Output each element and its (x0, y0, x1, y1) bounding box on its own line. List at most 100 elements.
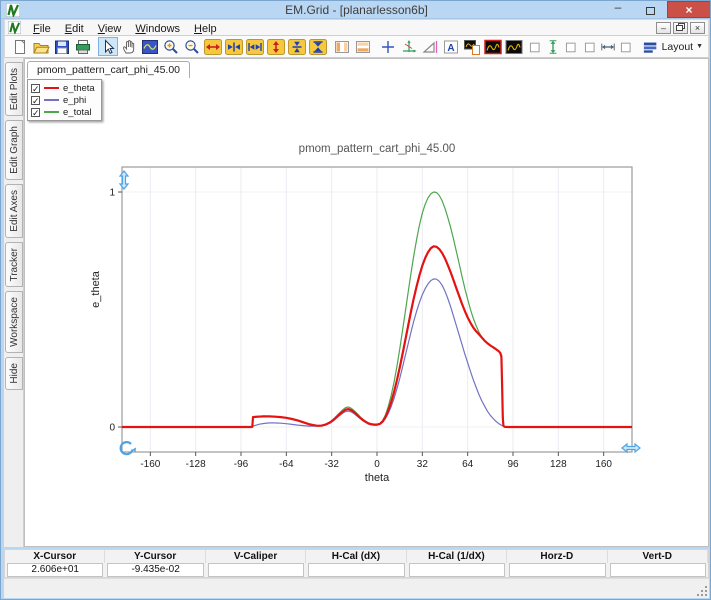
mdi-close-button[interactable]: × (690, 22, 705, 34)
new-button[interactable] (10, 37, 30, 56)
window-close-button[interactable]: × (667, 1, 711, 18)
shrink-x-button[interactable] (224, 37, 244, 56)
resize-handle-horizontal[interactable] (622, 444, 640, 452)
plot-canvas[interactable]: -160-128-96-64-32032649612816001pmom_pat… (25, 59, 708, 546)
svg-text:A: A (447, 43, 454, 54)
cursor-col-header: Horz-D (507, 550, 607, 563)
text-label-button[interactable]: A (441, 37, 461, 56)
title-bar: EM.Grid - [planarlesson6b] – × (1, 1, 711, 19)
legend-checkbox-e_total[interactable]: ✓ (31, 108, 40, 117)
legend-item-e_total: ✓ e_total (31, 106, 95, 118)
print-icon (74, 39, 92, 55)
zoom-in-button[interactable] (161, 37, 181, 56)
plot-style-dark2-button[interactable] (504, 37, 524, 56)
document-logo-icon (8, 21, 22, 34)
sidebar-tab-edit-plots[interactable]: Edit Plots (5, 62, 23, 116)
copy-plot-icon (463, 39, 481, 55)
open-button[interactable] (31, 37, 51, 56)
sidebar-tab-edit-graph[interactable]: Edit Graph (5, 120, 23, 180)
x-axis-label: theta (365, 472, 390, 484)
cursor-value-cell (610, 563, 706, 577)
mdi-window-buttons: – × (656, 22, 708, 34)
plot-style-dark2-icon (505, 39, 523, 55)
plot-style-dark-button[interactable] (483, 37, 503, 56)
tick-label-x: 96 (507, 459, 519, 470)
zoom-out-button[interactable] (182, 37, 202, 56)
sidebar-tab-edit-axes[interactable]: Edit Axes (5, 184, 23, 238)
cursor-value-cell (509, 563, 605, 577)
window-minimize-button[interactable]: – (604, 1, 632, 18)
mdi-minimize-button[interactable]: – (656, 22, 671, 34)
cursor-col-header: Y-Cursor (105, 550, 205, 563)
resize-handle-vertical[interactable] (120, 171, 128, 189)
compress-x-button[interactable] (245, 37, 265, 56)
vertical-panels-icon (333, 39, 351, 55)
menu-help[interactable]: Help (187, 22, 224, 36)
plot-style-dark-icon (484, 39, 502, 55)
expand-y-icon (267, 39, 285, 55)
compress-x-icon (246, 39, 264, 55)
toolbar: A Layout▼ (4, 36, 709, 58)
match-height-group-button[interactable] (528, 37, 578, 56)
sidebar-tab-hide[interactable]: Hide (5, 357, 23, 390)
mdi-restore-button[interactable] (673, 22, 688, 34)
plot-legend: ✓e_theta✓e_phi✓e_total (27, 79, 102, 121)
pointer-button[interactable] (98, 37, 118, 56)
tick-label-x: 0 (374, 459, 380, 470)
cursor-col-header: H-Cal (dX) (306, 550, 406, 563)
axes-tracker-button[interactable] (399, 37, 419, 56)
menu-file[interactable]: File (26, 22, 58, 36)
legend-line-sample (44, 111, 59, 113)
match-width-group-icon (584, 39, 632, 55)
horizontal-panels-button[interactable] (353, 37, 373, 56)
save-button[interactable] (52, 37, 72, 56)
legend-checkbox-e_phi[interactable]: ✓ (31, 96, 40, 105)
compress-y-icon (309, 39, 327, 55)
layout-menu-button[interactable]: Layout▼ (638, 37, 708, 56)
legend-item-e_theta: ✓ e_theta (31, 82, 95, 94)
tick-label-x: 128 (550, 459, 567, 470)
menu-bar: FileEditViewWindowsHelp – × (4, 19, 709, 36)
copy-plot-button[interactable] (462, 37, 482, 56)
expand-x-button[interactable] (203, 37, 223, 56)
shrink-y-button[interactable] (287, 37, 307, 56)
legend-line-sample (44, 99, 59, 101)
legend-label: e_theta (63, 83, 95, 94)
app-window: EM.Grid - [planarlesson6b] – × FileEditV… (0, 0, 711, 600)
menu-windows[interactable]: Windows (128, 22, 187, 36)
menu-edit[interactable]: Edit (58, 22, 91, 36)
shrink-y-icon (288, 39, 306, 55)
legend-label: e_total (63, 107, 92, 118)
save-icon (53, 39, 71, 55)
zoom-out-icon (183, 39, 201, 55)
crosshair-icon (379, 39, 397, 55)
tick-label-x: -96 (234, 459, 249, 470)
angle-measure-button[interactable] (420, 37, 440, 56)
legend-line-sample (44, 87, 59, 89)
crosshair-button[interactable] (378, 37, 398, 56)
pan-icon (120, 39, 138, 55)
pointer-icon (99, 39, 117, 55)
expand-y-button[interactable] (266, 37, 286, 56)
tick-label-x: -64 (279, 459, 294, 470)
text-label-icon: A (442, 39, 460, 55)
tick-label-x: 32 (417, 459, 429, 470)
horizontal-panels-icon (354, 39, 372, 55)
sidebar-tab-tracker[interactable]: Tracker (5, 242, 23, 288)
y-axis-label: e_theta (90, 270, 102, 308)
cursor-col-header: V-Caliper (206, 550, 306, 563)
tick-label-x: 64 (462, 459, 474, 470)
window-maximize-button[interactable] (636, 1, 664, 18)
print-button[interactable] (73, 37, 93, 56)
menu-view[interactable]: View (91, 22, 129, 36)
match-width-group-button[interactable] (583, 37, 633, 56)
resize-grip[interactable] (696, 585, 708, 597)
sidebar-tab-workspace[interactable]: Workspace (5, 291, 23, 353)
plot-title: pmom_pattern_cart_phi_45.00 (299, 143, 456, 155)
document-tab[interactable]: pmom_pattern_cart_phi_45.00 (27, 61, 190, 78)
compress-y-button[interactable] (308, 37, 328, 56)
vertical-panels-button[interactable] (332, 37, 352, 56)
legend-checkbox-e_theta[interactable]: ✓ (31, 84, 40, 93)
pan-button[interactable] (119, 37, 139, 56)
zoom-window-button[interactable] (140, 37, 160, 56)
